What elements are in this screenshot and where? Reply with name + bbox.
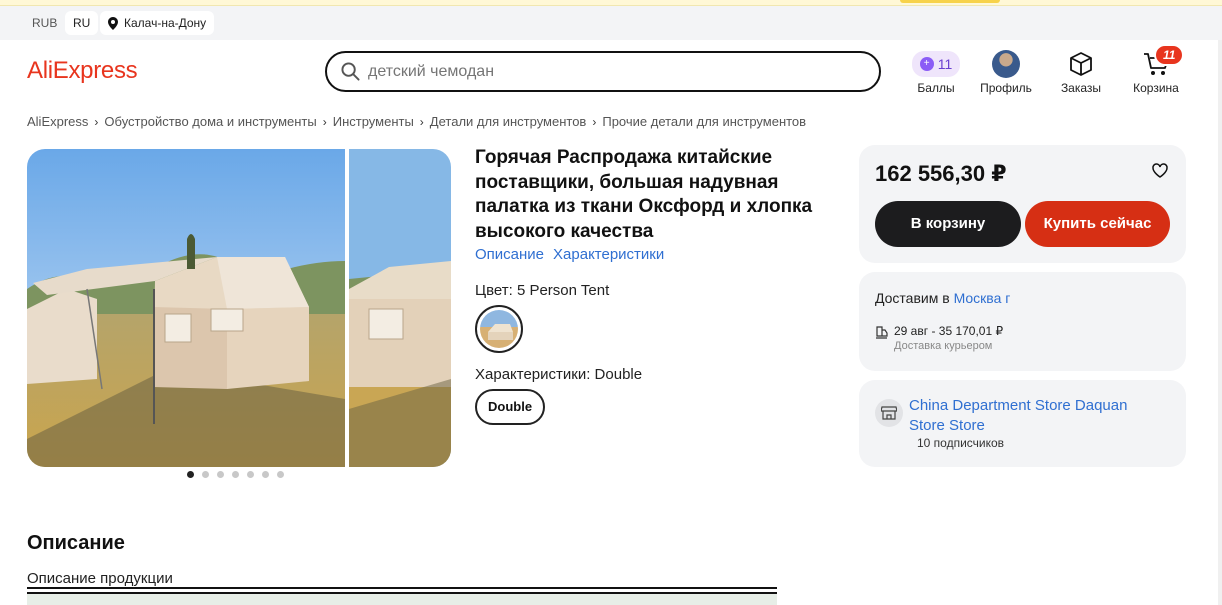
breadcrumb-item[interactable]: Инструменты [333, 114, 414, 129]
promo-pill[interactable] [900, 0, 1000, 3]
divider-line [27, 587, 777, 589]
points-count: 11 [937, 56, 953, 72]
description-image-top [27, 594, 777, 605]
delivery-destination: Доставим в Москва г [875, 290, 1010, 306]
color-label: Цвет: 5 Person Tent [475, 282, 610, 299]
aliexpress-logo[interactable]: AliExpress [27, 57, 138, 85]
avatar [992, 50, 1020, 78]
spec-option-chip[interactable]: Double [475, 389, 546, 425]
profile-button[interactable]: Профиль [978, 50, 1034, 95]
location-selector[interactable]: Калач-на-Дону [100, 11, 215, 35]
location-pin-icon [108, 16, 118, 30]
spec-label: Характеристики: Double [475, 366, 643, 383]
gallery-dot[interactable] [202, 471, 209, 478]
favorite-button[interactable] [1152, 163, 1168, 183]
description-heading: Описание [27, 532, 125, 554]
points-badge: +11 [911, 51, 961, 77]
search-input[interactable] [368, 62, 848, 81]
delivery-prefix: Доставим в [875, 290, 950, 306]
product-title: Горячая Распродажа китайские поставщики,… [475, 147, 813, 242]
breadcrumb-item[interactable]: Обустройство дома и инструменты [104, 114, 316, 129]
breadcrumb: AliExpress › Обустройство дома и инструм… [27, 114, 806, 129]
gallery-dot[interactable] [187, 471, 194, 478]
add-to-cart-button[interactable]: В корзину [875, 201, 1021, 247]
delivery-card: Доставим в Москва г 29 авг - 35 170,01 ₽… [859, 272, 1186, 371]
tab-specs[interactable]: Характеристики [553, 246, 664, 263]
points-label: Баллы [917, 81, 955, 95]
delivery-date-price: 29 авг - 35 170,01 ₽ [894, 324, 1004, 338]
store-icon [875, 399, 903, 427]
cart-button[interactable]: 11 Корзина [1130, 44, 1185, 95]
chevron-right-icon: › [419, 114, 424, 129]
tab-description[interactable]: Описание [475, 246, 544, 263]
store-name-link[interactable]: China Department Store Daquan Store Stor… [909, 396, 1159, 436]
currency-selector[interactable]: RUB [24, 11, 65, 35]
orders-button[interactable]: Заказы [1058, 50, 1104, 95]
chevron-right-icon: › [94, 114, 99, 129]
description-divider [27, 587, 777, 605]
delivery-option: 29 авг - 35 170,01 ₽ Доставка курьером [875, 324, 1003, 352]
cart-label: Корзина [1133, 81, 1179, 95]
breadcrumb-item[interactable]: Детали для инструментов [430, 114, 587, 129]
gallery-dot[interactable] [262, 471, 269, 478]
product-price: 162 556,30 ₽ [875, 161, 1007, 186]
product-photo-main[interactable] [27, 149, 345, 467]
breadcrumb-item[interactable]: AliExpress [27, 114, 88, 129]
location-label: Калач-на-Дону [124, 16, 207, 30]
tent-photo [27, 149, 345, 467]
cart-count-badge: 11 [1154, 44, 1185, 66]
buy-now-button[interactable]: Купить сейчас [1025, 201, 1170, 247]
points-button[interactable]: +11 Баллы [911, 50, 961, 95]
product-gallery[interactable] [27, 149, 451, 467]
tent-photo [349, 149, 451, 467]
profile-label: Профиль [980, 81, 1032, 95]
product-tabs: Описание Характеристики [475, 246, 664, 263]
store-subscribers: 10 подписчиков [917, 436, 1005, 450]
courier-icon [876, 326, 888, 339]
product-photo-next[interactable] [349, 149, 451, 467]
delivery-method: Доставка курьером [894, 340, 993, 352]
language-selector[interactable]: RU [65, 11, 99, 35]
site-header: AliExpress +11 Баллы Профиль Заказы 11 К… [0, 40, 1222, 104]
gallery-dot[interactable] [277, 471, 284, 478]
chevron-right-icon: › [322, 114, 327, 129]
store-card[interactable]: China Department Store Daquan Store Stor… [859, 380, 1186, 467]
gallery-dot[interactable] [232, 471, 239, 478]
search-bar[interactable] [325, 51, 881, 92]
box-icon [1070, 52, 1092, 76]
delivery-city-link[interactable]: Москва г [954, 290, 1011, 306]
utility-bar: RUB RU Калач-на-Дону [0, 6, 1222, 40]
description-subheading: Описание продукции [27, 570, 173, 587]
gallery-dot[interactable] [247, 471, 254, 478]
page-scrollbar[interactable] [1218, 40, 1222, 605]
points-plus-icon: + [919, 57, 934, 71]
chevron-right-icon: › [592, 114, 597, 129]
color-swatch[interactable] [475, 305, 523, 353]
search-icon [341, 62, 360, 81]
swatch-thumbnail [480, 310, 518, 348]
gallery-pagination [187, 471, 284, 478]
buy-box: 162 556,30 ₽ В корзину Купить сейчас [859, 145, 1186, 263]
orders-label: Заказы [1060, 81, 1102, 95]
gallery-dot[interactable] [217, 471, 224, 478]
breadcrumb-item[interactable]: Прочие детали для инструментов [602, 114, 806, 129]
heart-icon [1152, 163, 1168, 178]
